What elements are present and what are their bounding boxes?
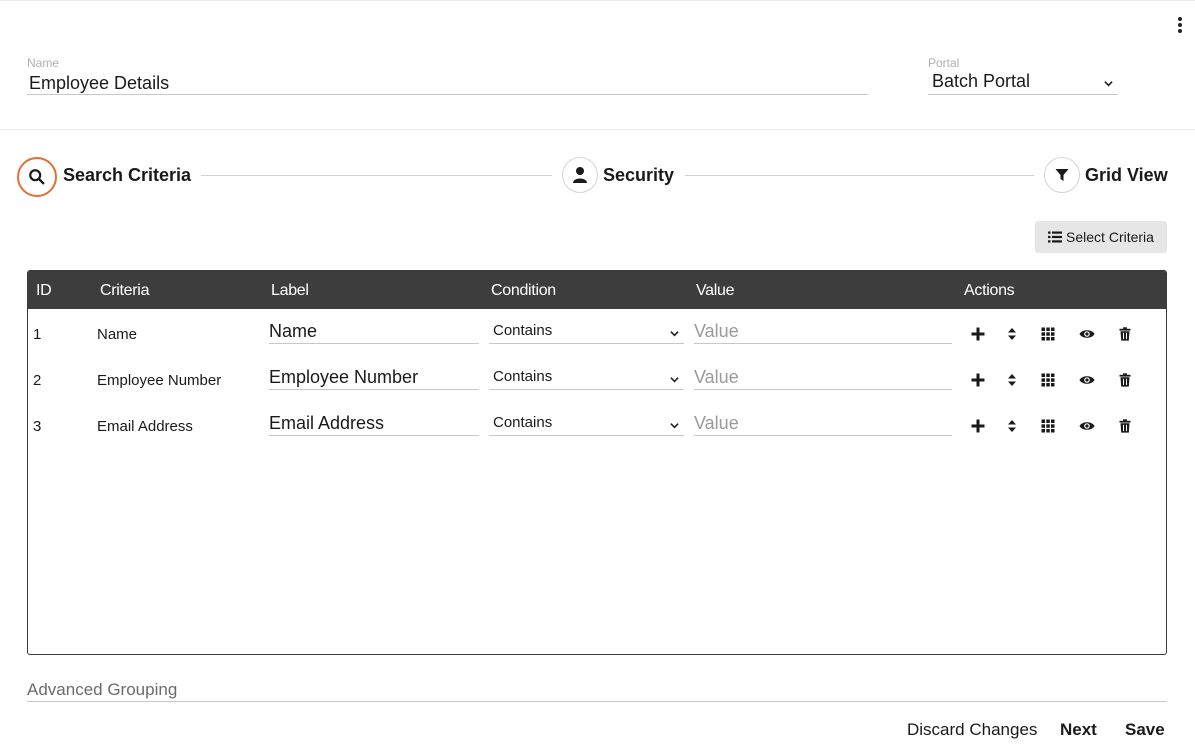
column-header-criteria[interactable]: Criteria: [100, 282, 149, 300]
portal-select-value: Batch Portal: [932, 71, 1031, 91]
row-criteria: Name: [97, 326, 138, 343]
step-grid-view-circle[interactable]: [1044, 157, 1080, 193]
grid-header: ID Criteria Label Condition Value Action…: [28, 271, 1166, 309]
advanced-grouping-toggle[interactable]: Advanced Grouping: [27, 680, 1167, 702]
column-header-actions: Actions: [964, 282, 1015, 299]
report-editor-page: Name Portal Batch Portal Search Criteria…: [0, 0, 1195, 752]
header-divider: [0, 129, 1195, 130]
chevron-down-icon: [670, 423, 679, 429]
portal-field-label: Portal: [928, 56, 960, 70]
save-button[interactable]: Save: [1125, 720, 1165, 740]
row-condition-select[interactable]: Contains: [489, 319, 684, 344]
step-grid-view-label[interactable]: Grid View: [1085, 165, 1168, 186]
name-field-label: Name: [27, 56, 60, 70]
grid-icon[interactable]: [1039, 417, 1057, 435]
select-criteria-label: Select Criteria: [1066, 229, 1154, 245]
step-security-label[interactable]: Security: [603, 165, 674, 186]
row-condition-value: Contains: [493, 414, 553, 431]
column-header-value[interactable]: Value: [696, 282, 735, 300]
chevron-down-icon: [670, 331, 679, 337]
more-options-icon[interactable]: [1170, 14, 1190, 34]
row-label-input[interactable]: [269, 411, 479, 436]
row-id: 3: [33, 418, 42, 435]
row-value-input[interactable]: [694, 319, 952, 344]
select-criteria-button[interactable]: Select Criteria: [1035, 221, 1167, 253]
filter-icon: [1055, 169, 1069, 181]
search-icon: [29, 169, 45, 185]
row-condition-value: Contains: [493, 322, 553, 339]
step-security-circle[interactable]: [562, 157, 598, 193]
step-connector: [201, 175, 552, 176]
discard-changes-button[interactable]: Discard Changes: [907, 720, 1037, 740]
eye-icon[interactable]: [1078, 417, 1096, 435]
next-button[interactable]: Next: [1060, 720, 1097, 740]
chevron-down-icon: [1104, 81, 1113, 87]
chevron-down-icon: [670, 377, 679, 383]
step-search-criteria-label[interactable]: Search Criteria: [63, 165, 191, 186]
top-divider: [0, 0, 1195, 1]
column-header-label[interactable]: Label: [271, 282, 309, 300]
step-connector: [685, 175, 1034, 176]
row-label-input[interactable]: [269, 319, 479, 344]
grid-icon[interactable]: [1039, 371, 1057, 389]
table-row: 1 Name Contains: [28, 311, 1166, 357]
row-criteria: Employee Number: [97, 372, 222, 389]
grid-icon[interactable]: [1039, 325, 1057, 343]
row-condition-select[interactable]: Contains: [489, 411, 684, 436]
sort-icon[interactable]: [1003, 371, 1021, 389]
plus-icon[interactable]: [969, 371, 987, 389]
step-search-criteria-circle[interactable]: [17, 157, 57, 197]
sort-icon[interactable]: [1003, 417, 1021, 435]
row-condition-select[interactable]: Contains: [489, 365, 684, 390]
plus-icon[interactable]: [969, 325, 987, 343]
eye-icon[interactable]: [1078, 371, 1096, 389]
trash-icon[interactable]: [1116, 371, 1134, 389]
user-icon: [573, 167, 587, 183]
table-row: 3 Email Address Contains: [28, 403, 1166, 449]
trash-icon[interactable]: [1116, 417, 1134, 435]
row-condition-value: Contains: [493, 368, 553, 385]
trash-icon[interactable]: [1116, 325, 1134, 343]
eye-icon[interactable]: [1078, 325, 1096, 343]
row-value-input[interactable]: [694, 365, 952, 390]
plus-icon[interactable]: [969, 417, 987, 435]
table-row: 2 Employee Number Contains: [28, 357, 1166, 403]
sort-icon[interactable]: [1003, 325, 1021, 343]
row-label-input[interactable]: [269, 365, 479, 390]
name-input[interactable]: [27, 72, 868, 95]
column-header-condition[interactable]: Condition: [491, 282, 556, 300]
column-header-id[interactable]: ID: [36, 282, 52, 300]
row-id: 2: [33, 372, 42, 389]
list-icon: [1048, 231, 1063, 243]
row-value-input[interactable]: [694, 411, 952, 436]
criteria-grid: ID Criteria Label Condition Value Action…: [27, 270, 1167, 655]
portal-select[interactable]: Batch Portal: [928, 71, 1118, 95]
row-id: 1: [33, 326, 42, 343]
row-criteria: Email Address: [97, 418, 193, 435]
